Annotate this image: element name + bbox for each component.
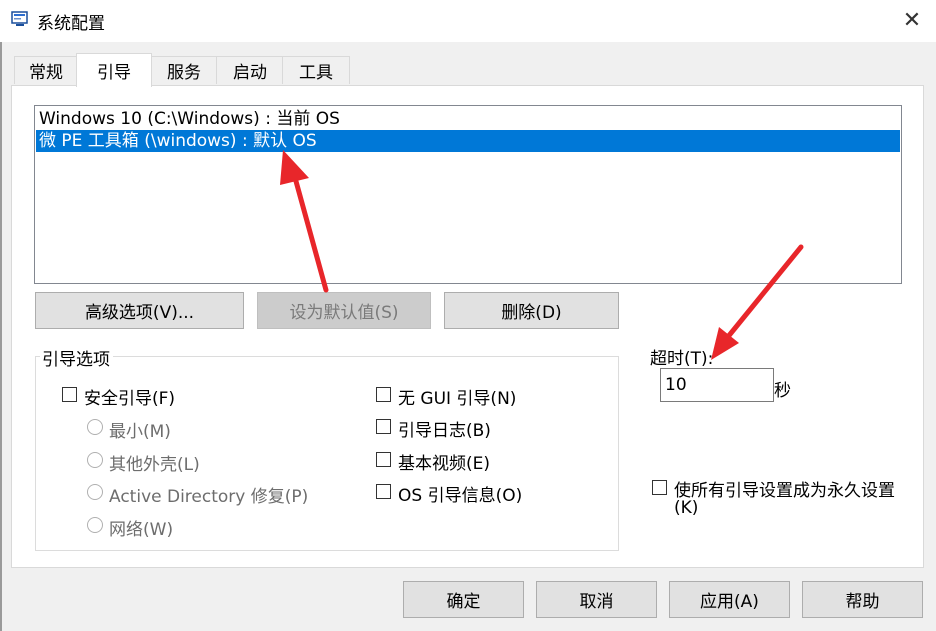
safe-boot-checkbox[interactable] bbox=[62, 387, 77, 402]
os-boot-info-label: OS 引导信息(O) bbox=[398, 486, 523, 506]
ok-button[interactable]: 确定 bbox=[403, 581, 524, 618]
os-list-item[interactable]: Windows 10 (C:\Windows) : 当前 OS bbox=[36, 108, 900, 130]
alternate-shell-radio[interactable] bbox=[87, 452, 103, 468]
help-button[interactable]: 帮助 bbox=[802, 581, 923, 618]
tab-tools[interactable]: 工具 bbox=[282, 56, 350, 84]
os-boot-info-checkbox[interactable] bbox=[376, 484, 391, 499]
no-gui-boot-label: 无 GUI 引导(N) bbox=[398, 389, 517, 409]
set-default-button[interactable]: 设为默认值(S) bbox=[257, 292, 431, 329]
make-permanent-label-shortcut: (K) bbox=[674, 498, 699, 518]
close-button[interactable]: ✕ bbox=[892, 4, 932, 36]
apply-button[interactable]: 应用(A) bbox=[669, 581, 790, 618]
base-video-checkbox[interactable] bbox=[376, 452, 391, 467]
tab-services[interactable]: 服务 bbox=[150, 56, 218, 84]
timeout-input[interactable] bbox=[660, 368, 774, 402]
active-directory-repair-label: Active Directory 修复(P) bbox=[109, 487, 309, 507]
cancel-button[interactable]: 取消 bbox=[536, 581, 657, 618]
network-label: 网络(W) bbox=[109, 520, 174, 540]
window-border bbox=[0, 42, 2, 631]
base-video-label: 基本视频(E) bbox=[398, 454, 491, 474]
make-permanent-label: 使所有引导设置成为永久设置 bbox=[674, 481, 895, 501]
boot-log-label: 引导日志(B) bbox=[398, 421, 491, 441]
tab-boot[interactable]: 引导 bbox=[76, 53, 152, 87]
tab-general[interactable]: 常规 bbox=[14, 56, 78, 84]
os-list-item-selected[interactable]: 微 PE 工具箱 (\windows) : 默认 OS bbox=[36, 130, 900, 152]
boot-options-label: 引导选项 bbox=[40, 345, 113, 370]
minimal-label: 最小(M) bbox=[109, 422, 171, 442]
minimal-radio[interactable] bbox=[87, 419, 103, 435]
title-bar bbox=[0, 0, 936, 42]
os-list[interactable]: Windows 10 (C:\Windows) : 当前 OS 微 PE 工具箱… bbox=[34, 105, 902, 284]
delete-button[interactable]: 删除(D) bbox=[444, 292, 619, 329]
tab-startup[interactable]: 启动 bbox=[216, 56, 284, 84]
tab-label: 服务 bbox=[167, 63, 201, 83]
active-directory-repair-radio[interactable] bbox=[87, 484, 103, 500]
network-radio[interactable] bbox=[87, 517, 103, 533]
advanced-options-button[interactable]: 高级选项(V)... bbox=[35, 292, 244, 329]
boot-log-checkbox[interactable] bbox=[376, 419, 391, 434]
tab-label: 工具 bbox=[299, 63, 333, 83]
tab-label: 常规 bbox=[29, 63, 63, 83]
msconfig-icon bbox=[11, 10, 29, 28]
alternate-shell-label: 其他外壳(L) bbox=[109, 455, 200, 475]
make-permanent-checkbox[interactable] bbox=[652, 480, 667, 495]
window-title: 系统配置 bbox=[37, 14, 105, 34]
tab-label: 引导 bbox=[97, 63, 131, 83]
timeout-unit: 秒 bbox=[774, 381, 791, 401]
close-icon: ✕ bbox=[902, 7, 922, 33]
timeout-label: 超时(T): bbox=[650, 349, 714, 369]
safe-boot-label: 安全引导(F) bbox=[84, 389, 176, 409]
tab-label: 启动 bbox=[233, 63, 267, 83]
no-gui-boot-checkbox[interactable] bbox=[376, 387, 391, 402]
